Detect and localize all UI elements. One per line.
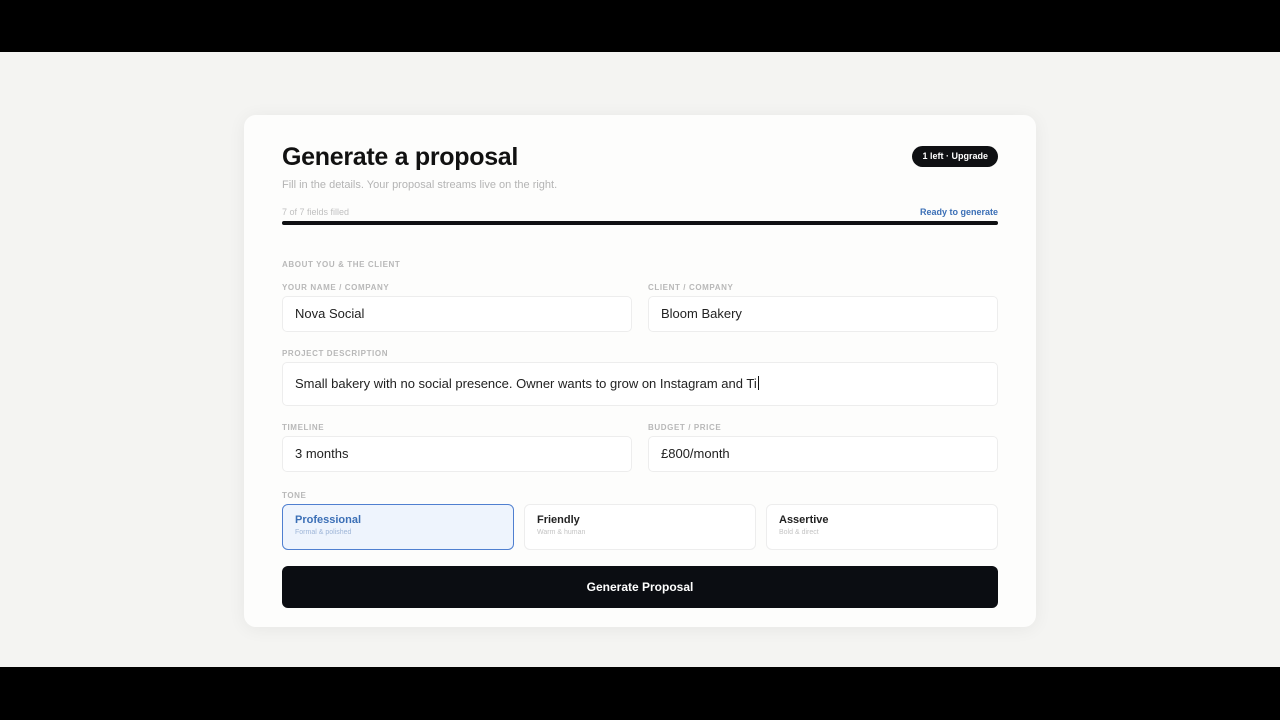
budget-input[interactable]: £800/month <box>648 436 998 472</box>
tone-label: TONE <box>282 491 307 500</box>
app-viewport: Generate a proposal Fill in the details.… <box>0 52 1280 667</box>
tone-option-name: Friendly <box>537 514 580 526</box>
tone-option-description: Formal & polished <box>295 529 352 536</box>
project-description-input[interactable]: Small bakery with no social presence. Ow… <box>282 362 998 406</box>
tone-option-assertive[interactable]: Assertive Bold & direct <box>766 504 998 550</box>
your-name-label: YOUR NAME / COMPANY <box>282 283 390 292</box>
progress-count: 7 of 7 fields filled <box>282 207 350 217</box>
timeline-label: TIMELINE <box>282 423 325 432</box>
progress-bar-fill <box>282 221 998 225</box>
proposal-form-card: Generate a proposal Fill in the details.… <box>244 115 1036 627</box>
upgrade-badge[interactable]: 1 left · Upgrade <box>912 146 998 167</box>
page-subtitle: Fill in the details. Your proposal strea… <box>282 179 558 191</box>
budget-label: BUDGET / PRICE <box>648 423 722 432</box>
text-caret <box>757 376 759 390</box>
project-description-text: Small bakery with no social presence. Ow… <box>295 376 757 391</box>
tone-option-description: Bold & direct <box>779 529 819 536</box>
client-label: CLIENT / COMPANY <box>648 283 734 292</box>
progress-bar <box>282 221 998 225</box>
timeline-input[interactable]: 3 months <box>282 436 632 472</box>
section-label: ABOUT YOU & THE CLIENT <box>282 260 401 269</box>
progress-status: Ready to generate <box>919 207 998 217</box>
your-name-input[interactable]: Nova Social <box>282 296 632 332</box>
tone-option-friendly[interactable]: Friendly Warm & human <box>524 504 756 550</box>
project-description-label: PROJECT DESCRIPTION <box>282 349 389 358</box>
tone-option-professional[interactable]: Professional Formal & polished <box>282 504 514 550</box>
page-title: Generate a proposal <box>282 143 519 171</box>
tone-option-name: Assertive <box>779 514 829 526</box>
generate-proposal-button[interactable]: Generate Proposal <box>282 566 998 608</box>
client-input[interactable]: Bloom Bakery <box>648 296 998 332</box>
tone-option-name: Professional <box>295 514 362 526</box>
tone-option-description: Warm & human <box>537 529 586 536</box>
